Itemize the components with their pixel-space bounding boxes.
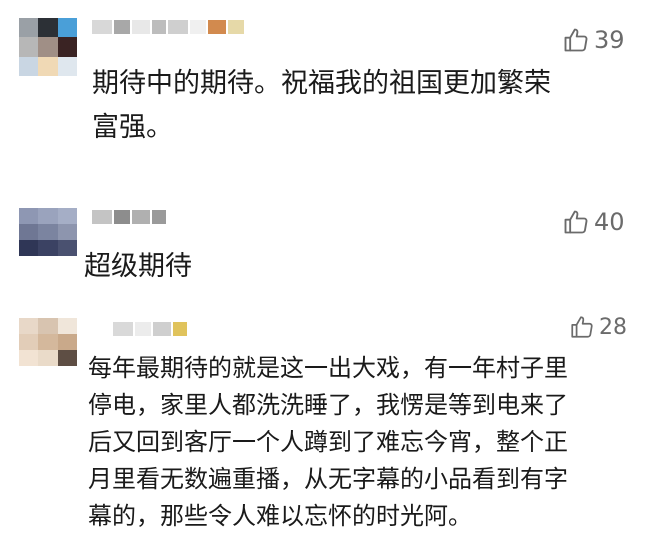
avatar-pixel [19,318,39,334]
avatar-pixel [38,318,58,334]
avatar-pixel [38,56,58,76]
comment-item: 39 期待中的期待。祝福我的祖国更加繁荣 富强。 [0,0,657,190]
username-blur-block [114,20,130,34]
like-count: 40 [594,208,625,236]
avatar-pixel [19,224,39,240]
comment-text: 期待中的期待。祝福我的祖国更加繁荣 富强。 [92,68,551,143]
username-blur-block [92,210,112,224]
avatar-pixel [19,208,39,224]
like-count: 28 [599,314,627,340]
comment-item: 28 每年最期待的就是这一出大戏，有一年村子里 停电，家里人都洗洗睡了，我愣是等… [0,300,657,548]
avatar-pixel [57,334,77,350]
thumbs-up-icon [564,210,588,234]
comment-text: 每年最期待的就是这一出大戏，有一年村子里 停电，家里人都洗洗睡了，我愣是等到电来… [88,354,568,530]
username[interactable] [92,20,244,34]
avatar-pixel [38,350,58,366]
avatar-pixel [57,18,77,38]
avatar[interactable] [19,18,77,76]
username-blur-block [190,20,206,34]
username-blur-block [153,322,171,336]
like-count: 39 [594,26,625,54]
avatar-pixel [57,208,77,224]
like-button[interactable]: 40 [562,208,625,236]
username-blur-block [135,322,151,336]
username-blur-block [132,20,150,34]
avatar-pixel [19,350,39,366]
avatar-pixel [38,240,58,256]
username[interactable] [113,322,187,336]
avatar[interactable] [19,318,77,366]
avatar-pixel [19,37,39,57]
avatar-pixel [19,240,39,256]
avatar-pixel [38,18,58,38]
avatar-pixel [38,334,58,350]
username[interactable] [92,210,166,224]
avatar-pixel [19,56,39,76]
username-blur-block [168,20,188,34]
avatar-pixel [38,224,58,240]
like-button[interactable]: 39 [562,26,625,54]
username-blur-block [152,210,166,224]
username-blur-block [208,20,226,34]
avatar-pixel [57,56,77,76]
username-blur-block [173,322,187,336]
avatar-pixel [57,37,77,57]
thumbs-up-icon [564,28,588,52]
avatar-pixel [57,318,77,334]
avatar-pixel [38,37,58,57]
thumbs-up-icon [571,316,593,338]
avatar-pixel [19,18,39,38]
avatar-pixel [57,350,77,366]
username-blur-block [228,20,244,34]
username-blur-block [92,20,112,34]
like-button[interactable]: 28 [569,314,627,340]
username-blur-block [152,20,166,34]
avatar-pixel [38,208,58,224]
username-blur-block [113,322,133,336]
comment-text: 超级期待 [84,251,192,282]
comment-item: 40 超级期待 [0,190,657,290]
username-blur-block [114,210,130,224]
avatar-pixel [57,224,77,240]
username-blur-block [132,210,150,224]
avatar-pixel [57,240,77,256]
avatar-pixel [19,334,39,350]
avatar[interactable] [19,208,77,256]
